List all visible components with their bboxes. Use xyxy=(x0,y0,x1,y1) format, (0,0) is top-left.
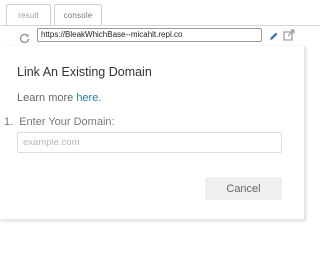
tab-console[interactable]: console xyxy=(54,4,102,25)
link-domain-dialog: Link An Existing Domain Learn more here.… xyxy=(0,46,305,220)
cancel-button[interactable]: Cancel xyxy=(205,177,282,200)
learn-more-prefix: Learn more xyxy=(17,92,77,104)
dialog-title: Link An Existing Domain xyxy=(17,65,152,79)
output-tabbar: result console xyxy=(0,0,320,26)
step-label-text: Enter Your Domain: xyxy=(19,116,115,128)
pencil-icon[interactable] xyxy=(268,29,279,41)
reload-icon[interactable] xyxy=(19,31,30,44)
domain-step-label: 1. Enter Your Domain: xyxy=(4,116,115,128)
learn-more-text: Learn more here. xyxy=(17,92,101,104)
tab-result[interactable]: result xyxy=(6,4,51,26)
step-number: 1. xyxy=(4,116,14,128)
replit-output-view: result console https://BleakWhichBase--m… xyxy=(0,0,320,266)
learn-more-suffix: . xyxy=(98,92,102,104)
url-field[interactable]: https://BleakWhichBase--micahlt.repl.co xyxy=(37,28,262,42)
learn-more-link[interactable]: here xyxy=(76,92,98,104)
open-in-new-window-icon[interactable] xyxy=(283,28,295,41)
address-bar-row: https://BleakWhichBase--micahlt.repl.co xyxy=(0,26,320,46)
domain-input[interactable] xyxy=(17,132,282,153)
